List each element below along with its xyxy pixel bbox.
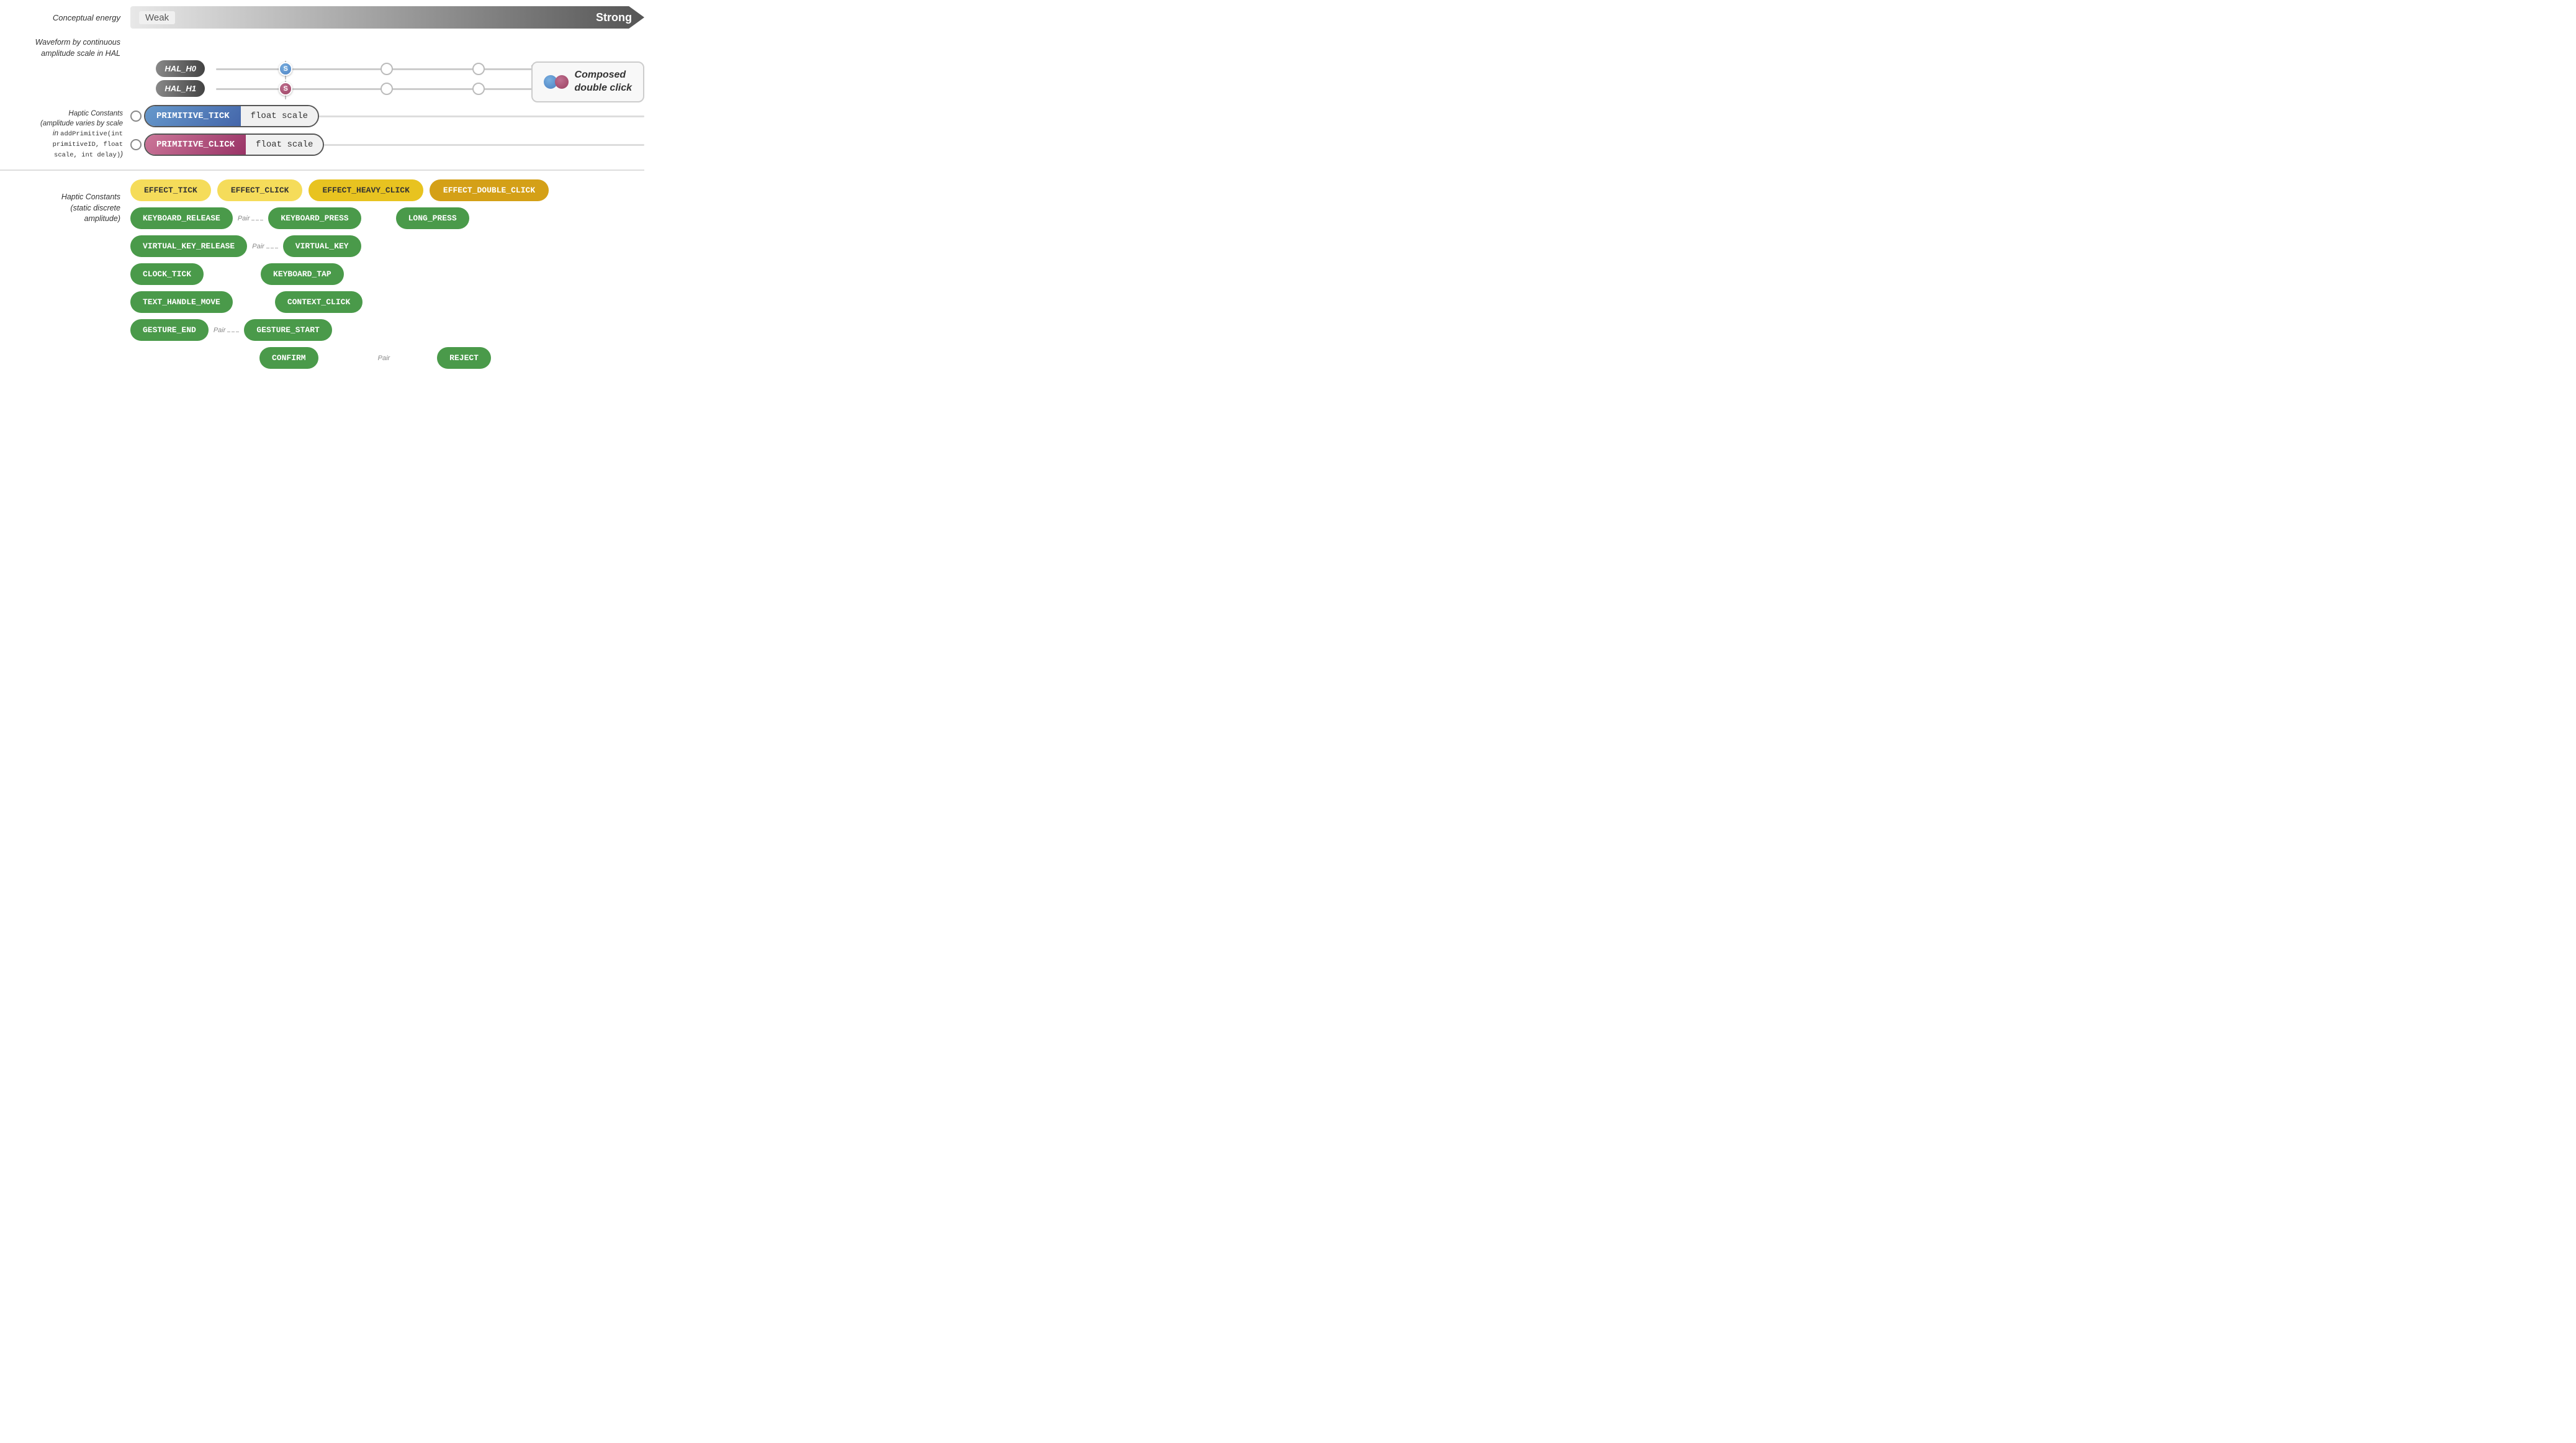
primitive-tick-row: PRIMITIVE_TICK float scale bbox=[130, 105, 644, 127]
effect-row-1: EFFECT_TICK EFFECT_CLICK EFFECT_HEAVY_CL… bbox=[130, 179, 644, 201]
gesture-start-button[interactable]: GESTURE_START bbox=[244, 319, 331, 341]
composed-box: Composeddouble click bbox=[531, 61, 644, 102]
hal-section: HAL_H0 S bbox=[0, 61, 644, 101]
primitive-click-pill[interactable]: PRIMITIVE_CLICK float scale bbox=[144, 133, 324, 156]
pair-dashes-3 bbox=[227, 328, 239, 332]
hal-h0-track: S bbox=[216, 68, 533, 70]
primitive-tick-pill[interactable]: PRIMITIVE_TICK float scale bbox=[144, 105, 319, 127]
effects-grid: EFFECT_TICK EFFECT_CLICK EFFECT_HEAVY_CL… bbox=[130, 179, 644, 375]
gesture-end-button[interactable]: GESTURE_END bbox=[130, 319, 209, 341]
effects-section: Haptic Constants(static discreteamplitud… bbox=[0, 179, 644, 375]
hal-h1-slider[interactable]: S bbox=[216, 81, 533, 96]
keyboard-tap-button[interactable]: KEYBOARD_TAP bbox=[261, 263, 344, 285]
effect-row-4: CLOCK_TICK KEYBOARD_TAP bbox=[130, 263, 644, 285]
virtual-key-release-button[interactable]: VIRTUAL_KEY_RELEASE bbox=[130, 235, 247, 257]
text-handle-move-button[interactable]: TEXT_HANDLE_MOVE bbox=[130, 291, 233, 313]
cdot-pink bbox=[555, 75, 569, 89]
primitive-click-row: PRIMITIVE_CLICK float scale bbox=[130, 133, 644, 156]
primitive-click-track bbox=[324, 144, 644, 146]
primitive-label: Haptic Constants(amplitude varies by sca… bbox=[0, 105, 130, 160]
keyboard-press-button[interactable]: KEYBOARD_PRESS bbox=[268, 207, 361, 229]
pair-label-1: Pair bbox=[238, 215, 250, 222]
energy-strong-label: Strong bbox=[596, 11, 632, 24]
waveform-title-row: Waveform by continuous amplitude scale i… bbox=[0, 37, 644, 59]
hal-h0-start-dot[interactable]: S bbox=[279, 62, 292, 76]
clock-tick-button[interactable]: CLOCK_TICK bbox=[130, 263, 204, 285]
energy-bar: Weak Strong bbox=[130, 6, 644, 29]
composed-label: Composeddouble click bbox=[575, 69, 632, 95]
section-divider bbox=[0, 170, 644, 171]
effect-row-5: TEXT_HANDLE_MOVE CONTEXT_CLICK bbox=[130, 291, 644, 313]
primitive-tick-name: PRIMITIVE_TICK bbox=[145, 106, 241, 126]
hal-h0-pill: HAL_H0 bbox=[156, 60, 205, 77]
pair-dashes-2 bbox=[266, 244, 278, 248]
energy-bar-container: Weak Strong bbox=[130, 6, 644, 29]
confirm-button[interactable]: CONFIRM bbox=[259, 347, 318, 369]
hal-h1-circle1[interactable] bbox=[381, 83, 393, 95]
primitive-click-pill-container: PRIMITIVE_CLICK float scale bbox=[144, 133, 324, 156]
effect-click-button[interactable]: EFFECT_CLICK bbox=[217, 179, 303, 201]
waveform-title: Waveform by continuous amplitude scale i… bbox=[0, 37, 130, 59]
long-press-button[interactable]: LONG_PRESS bbox=[396, 207, 469, 229]
composed-dots bbox=[544, 75, 569, 89]
hal-h0-slider[interactable]: S bbox=[216, 61, 533, 76]
hal-h1-track: S bbox=[216, 88, 533, 90]
effect-tick-button[interactable]: EFFECT_TICK bbox=[130, 179, 211, 201]
hal-h0-label: HAL_H0 bbox=[130, 63, 211, 75]
energy-weak-label: Weak bbox=[139, 11, 175, 24]
hal-h1-start-dot[interactable]: S bbox=[279, 82, 292, 96]
primitive-section: Haptic Constants(amplitude varies by sca… bbox=[0, 105, 644, 162]
effect-heavy-click-button[interactable]: EFFECT_HEAVY_CLICK bbox=[308, 179, 423, 201]
main-container: Conceptual energy Weak Strong Waveform b… bbox=[0, 0, 644, 381]
pair-label-4: Pair bbox=[378, 355, 390, 362]
primitive-tick-pill-container: PRIMITIVE_TICK float scale bbox=[144, 105, 319, 127]
hal-h1-pill: HAL_H1 bbox=[156, 80, 205, 97]
pair-label-3: Pair bbox=[214, 327, 226, 334]
pair-connector-1: Pair bbox=[238, 215, 264, 222]
context-click-button[interactable]: CONTEXT_CLICK bbox=[275, 291, 363, 313]
primitive-tick-param: float scale bbox=[241, 106, 318, 126]
hal-h1-row: HAL_H1 S bbox=[130, 81, 533, 96]
reject-button[interactable]: REJECT bbox=[437, 347, 491, 369]
pair-connector-2: Pair bbox=[252, 243, 278, 250]
hal-h1-label: HAL_H1 bbox=[130, 83, 211, 94]
hal-h1-circle2[interactable] bbox=[472, 83, 485, 95]
virtual-key-button[interactable]: VIRTUAL_KEY bbox=[283, 235, 361, 257]
keyboard-release-button[interactable]: KEYBOARD_RELEASE bbox=[130, 207, 233, 229]
hal-h0-row: HAL_H0 S bbox=[130, 61, 533, 76]
primitive-click-name: PRIMITIVE_CLICK bbox=[145, 135, 246, 155]
pair-connector-3: Pair bbox=[214, 327, 240, 334]
effect-row-6: GESTURE_END Pair GESTURE_START bbox=[130, 319, 644, 341]
pair-label-2: Pair bbox=[252, 243, 264, 250]
primitive-click-circle[interactable] bbox=[130, 139, 142, 150]
effects-label: Haptic Constants(static discreteamplitud… bbox=[0, 179, 130, 225]
effect-double-click-button[interactable]: EFFECT_DOUBLE_CLICK bbox=[430, 179, 549, 201]
effect-row-3: VIRTUAL_KEY_RELEASE Pair VIRTUAL_KEY bbox=[130, 235, 644, 257]
hal-h0-circle1[interactable] bbox=[381, 63, 393, 75]
pair-dashes-1 bbox=[251, 216, 263, 220]
primitive-rows: PRIMITIVE_TICK float scale PRIMITIVE_CLI… bbox=[130, 105, 644, 162]
primitive-tick-track bbox=[319, 115, 644, 117]
primitive-click-param: float scale bbox=[246, 135, 323, 155]
energy-row: Conceptual energy Weak Strong bbox=[0, 6, 644, 29]
effect-row-7: CONFIRM Pair REJECT bbox=[130, 347, 644, 369]
energy-label: Conceptual energy bbox=[0, 13, 130, 22]
primitive-tick-circle[interactable] bbox=[130, 111, 142, 122]
hal-h0-circle2[interactable] bbox=[472, 63, 485, 75]
effect-row-2: KEYBOARD_RELEASE Pair KEYBOARD_PRESS LON… bbox=[130, 207, 644, 229]
